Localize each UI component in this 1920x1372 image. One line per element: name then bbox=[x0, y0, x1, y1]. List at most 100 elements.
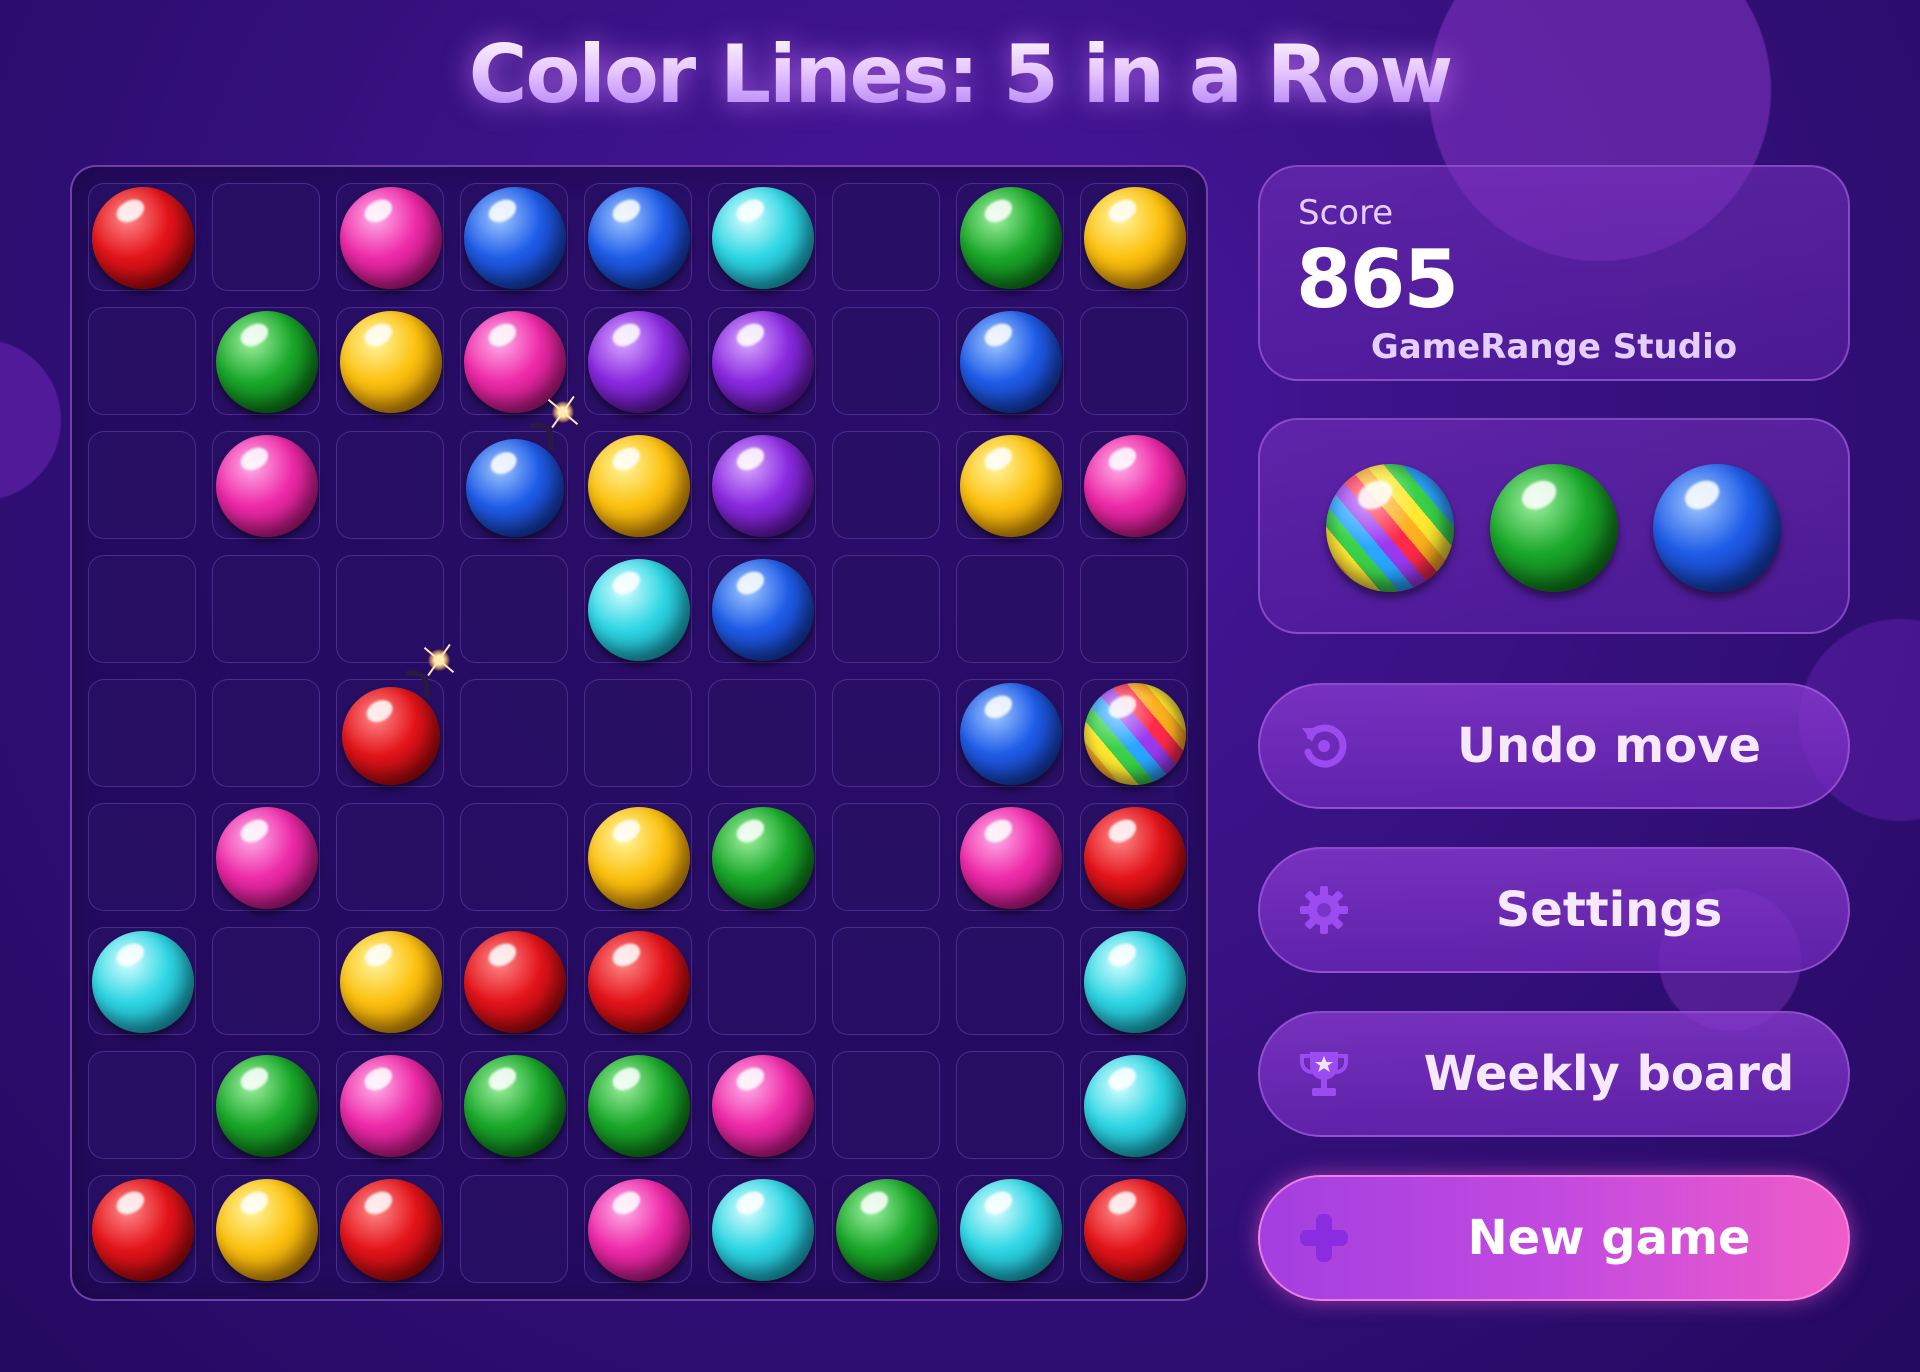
cyan-ball[interactable] bbox=[960, 1179, 1062, 1281]
board-cell[interactable] bbox=[460, 927, 568, 1035]
green-ball[interactable] bbox=[464, 1055, 566, 1157]
board-cell[interactable] bbox=[88, 679, 196, 787]
board-cell[interactable] bbox=[584, 679, 692, 787]
board-cell[interactable] bbox=[336, 649, 450, 787]
board-cell[interactable] bbox=[336, 927, 444, 1035]
red-ball[interactable] bbox=[464, 931, 566, 1033]
board-cell[interactable] bbox=[584, 431, 692, 539]
rainbow-ball[interactable] bbox=[1084, 683, 1186, 785]
board-cell[interactable] bbox=[584, 555, 692, 663]
green-ball[interactable] bbox=[216, 1055, 318, 1157]
red-ball[interactable] bbox=[588, 931, 690, 1033]
yellow-ball[interactable] bbox=[588, 807, 690, 909]
yellow-ball[interactable] bbox=[216, 1179, 318, 1281]
bomb-blue-ball[interactable] bbox=[466, 401, 574, 537]
board-cell[interactable] bbox=[832, 1175, 940, 1283]
cyan-ball[interactable] bbox=[588, 559, 690, 661]
board-cell[interactable] bbox=[708, 1175, 816, 1283]
board-cell[interactable] bbox=[956, 1175, 1064, 1283]
cyan-ball[interactable] bbox=[712, 187, 814, 289]
cyan-ball[interactable] bbox=[1084, 1055, 1186, 1157]
magenta-ball[interactable] bbox=[1084, 435, 1186, 537]
magenta-ball[interactable] bbox=[216, 807, 318, 909]
board-cell[interactable] bbox=[460, 183, 568, 291]
blue-ball[interactable] bbox=[960, 311, 1062, 413]
board-cell[interactable] bbox=[584, 1175, 692, 1283]
board-cell[interactable] bbox=[88, 431, 196, 539]
board-cell[interactable] bbox=[460, 803, 568, 911]
purple-ball[interactable] bbox=[588, 311, 690, 413]
board-cell[interactable] bbox=[708, 183, 816, 291]
board-cell[interactable] bbox=[460, 307, 568, 415]
magenta-ball[interactable] bbox=[588, 1179, 690, 1281]
board-cell[interactable] bbox=[212, 927, 320, 1035]
board-cell[interactable] bbox=[708, 803, 816, 911]
board-cell[interactable] bbox=[1080, 431, 1188, 539]
new-game-button[interactable]: New game bbox=[1258, 1175, 1850, 1301]
board-cell[interactable] bbox=[88, 1051, 196, 1159]
magenta-ball[interactable] bbox=[464, 311, 566, 413]
board-cell[interactable] bbox=[460, 401, 574, 539]
magenta-ball[interactable] bbox=[712, 1055, 814, 1157]
magenta-ball[interactable] bbox=[340, 1055, 442, 1157]
board-cell[interactable] bbox=[336, 183, 444, 291]
board-cell[interactable] bbox=[212, 431, 320, 539]
board-cell[interactable] bbox=[88, 555, 196, 663]
red-ball[interactable] bbox=[1084, 807, 1186, 909]
yellow-ball[interactable] bbox=[588, 435, 690, 537]
board-cell[interactable] bbox=[708, 555, 816, 663]
yellow-ball[interactable] bbox=[1084, 187, 1186, 289]
board-cell[interactable] bbox=[212, 183, 320, 291]
board-cell[interactable] bbox=[832, 555, 940, 663]
cyan-ball[interactable] bbox=[1084, 931, 1186, 1033]
board-cell[interactable] bbox=[832, 183, 940, 291]
board-cell[interactable] bbox=[212, 555, 320, 663]
board-cell[interactable] bbox=[212, 679, 320, 787]
yellow-ball[interactable] bbox=[340, 311, 442, 413]
board-cell[interactable] bbox=[460, 555, 568, 663]
board-cell[interactable] bbox=[708, 927, 816, 1035]
magenta-ball[interactable] bbox=[340, 187, 442, 289]
board-cell[interactable] bbox=[336, 555, 444, 663]
red-ball[interactable] bbox=[92, 1179, 194, 1281]
board-cell[interactable] bbox=[1080, 927, 1188, 1035]
board-cell[interactable] bbox=[1080, 1051, 1188, 1159]
board-cell[interactable] bbox=[584, 307, 692, 415]
board-cell[interactable] bbox=[88, 803, 196, 911]
board-cell[interactable] bbox=[708, 431, 816, 539]
green-ball[interactable] bbox=[836, 1179, 938, 1281]
magenta-ball[interactable] bbox=[216, 435, 318, 537]
board-cell[interactable] bbox=[212, 803, 320, 911]
blue-ball[interactable] bbox=[712, 559, 814, 661]
board-cell[interactable] bbox=[832, 431, 940, 539]
board-cell[interactable] bbox=[88, 927, 196, 1035]
red-ball[interactable] bbox=[92, 187, 194, 289]
board-cell[interactable] bbox=[956, 679, 1064, 787]
red-ball[interactable] bbox=[1084, 1179, 1186, 1281]
magenta-ball[interactable] bbox=[960, 807, 1062, 909]
board-cell[interactable] bbox=[212, 307, 320, 415]
cyan-ball[interactable] bbox=[92, 931, 194, 1033]
board-cell[interactable] bbox=[336, 1051, 444, 1159]
board-cell[interactable] bbox=[832, 1051, 940, 1159]
board-cell[interactable] bbox=[460, 1051, 568, 1159]
board-cell[interactable] bbox=[212, 1175, 320, 1283]
board-cell[interactable] bbox=[956, 183, 1064, 291]
green-ball[interactable] bbox=[960, 187, 1062, 289]
board-cell[interactable] bbox=[1080, 183, 1188, 291]
board-cell[interactable] bbox=[956, 1051, 1064, 1159]
board-cell[interactable] bbox=[336, 803, 444, 911]
board-cell[interactable] bbox=[1080, 555, 1188, 663]
board-cell[interactable] bbox=[584, 803, 692, 911]
bomb-red-ball[interactable] bbox=[342, 649, 450, 785]
board-cell[interactable] bbox=[956, 927, 1064, 1035]
blue-ball[interactable] bbox=[588, 187, 690, 289]
board-cell[interactable] bbox=[460, 1175, 568, 1283]
green-ball[interactable] bbox=[588, 1055, 690, 1157]
green-ball[interactable] bbox=[216, 311, 318, 413]
green-ball[interactable] bbox=[712, 807, 814, 909]
board-cell[interactable] bbox=[88, 183, 196, 291]
board-cell[interactable] bbox=[584, 927, 692, 1035]
board-cell[interactable] bbox=[956, 307, 1064, 415]
purple-ball[interactable] bbox=[712, 311, 814, 413]
